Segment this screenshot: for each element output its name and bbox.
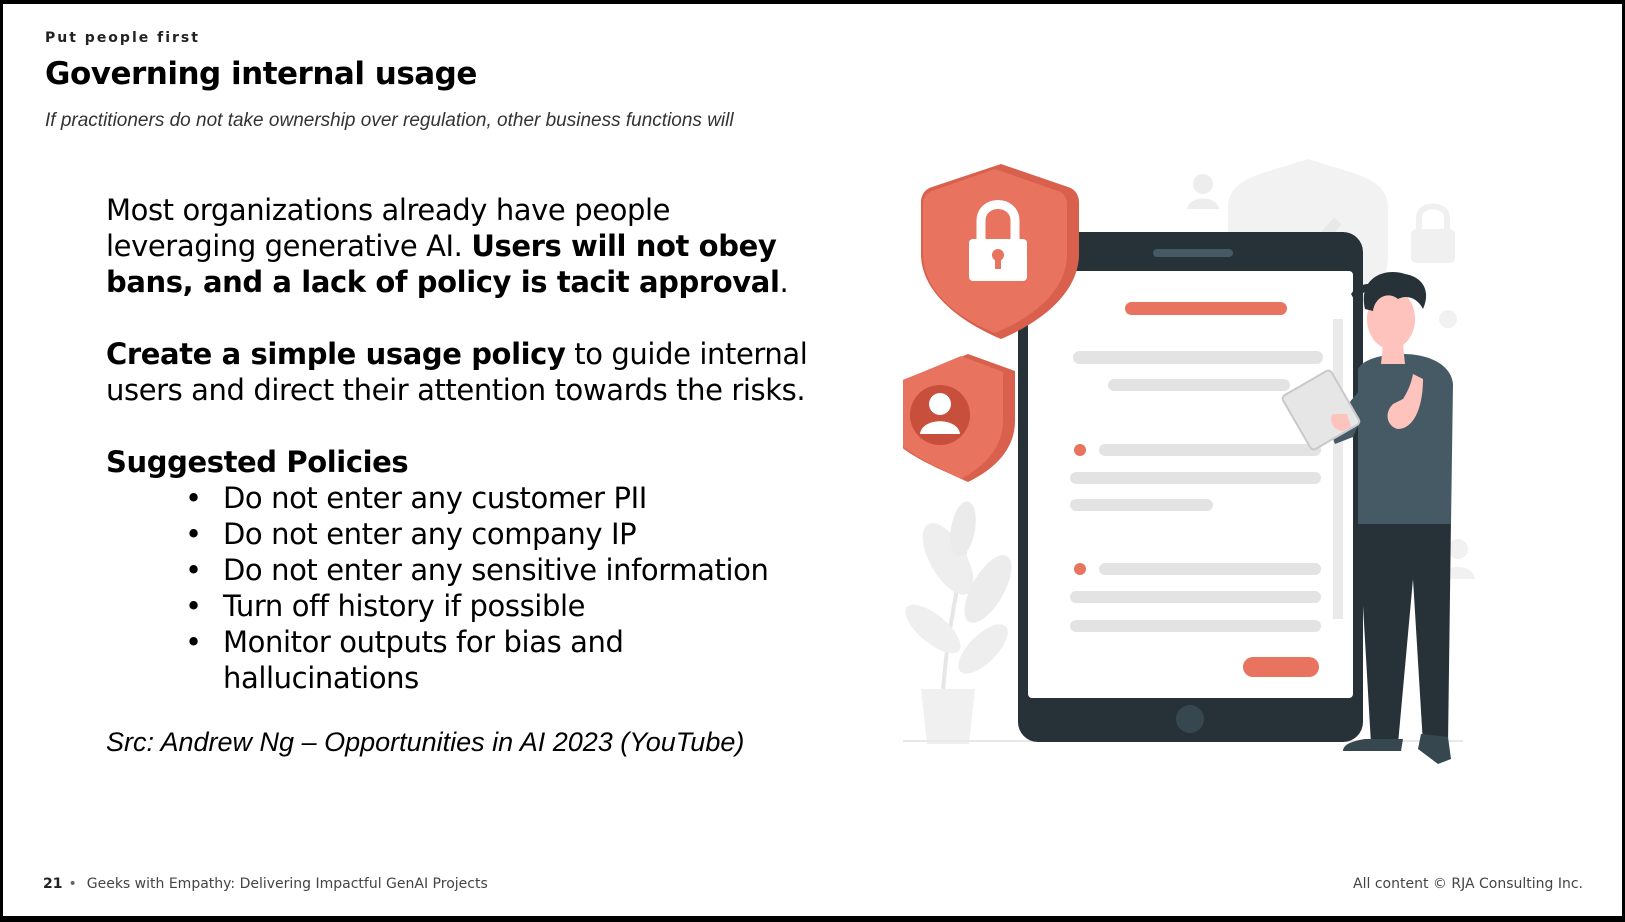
policy-emphasis: Create a simple usage policy <box>106 337 566 371</box>
section-kicker: Put people first <box>45 30 200 46</box>
policy-item: Do not enter any company IP <box>185 516 826 552</box>
screen-line <box>1099 563 1321 575</box>
screen-line <box>1070 499 1213 511</box>
faint-user-icon-3 <box>1448 539 1468 559</box>
slide: Put people first Governing internal usag… <box>3 4 1622 916</box>
screen-line <box>1108 379 1290 391</box>
footer-separator: • <box>68 876 77 892</box>
policy-item: Do not enter any customer PII <box>185 480 826 516</box>
plant-leaf <box>905 604 961 654</box>
copyright-notice: All content © RJA Consulting Inc. <box>1353 876 1583 892</box>
tablet-screen <box>1028 271 1353 698</box>
tablet-home-button <box>1176 705 1204 733</box>
screen-bullet <box>1074 444 1086 456</box>
policy-item: Monitor outputs for bias and hallucinati… <box>185 624 826 696</box>
faint-user-icon <box>1193 174 1213 194</box>
faint-user-icon-2 <box>1439 310 1457 328</box>
intro-end: . <box>779 265 789 299</box>
plant-pot <box>921 689 975 744</box>
user-head <box>929 393 951 415</box>
faint-user-body <box>1187 198 1219 209</box>
screen-line <box>1070 620 1321 632</box>
source-citation: Src: Andrew Ng – Opportunities in AI 202… <box>106 727 745 757</box>
screen-line <box>1073 351 1323 364</box>
slide-subtitle: If practitioners do not take ownership o… <box>45 110 734 131</box>
slide-body: Most organizations already have people l… <box>106 192 826 760</box>
faint-lock-icon <box>1411 229 1455 263</box>
screen-title-bar <box>1125 302 1287 315</box>
shield-user-icon <box>903 354 1015 482</box>
screen-line <box>1070 591 1321 603</box>
faint-lock-shackle <box>1416 203 1450 229</box>
screen-bullet <box>1074 563 1086 575</box>
policy-paragraph: Create a simple usage policy to guide in… <box>106 336 826 408</box>
lock-keyhole-slot <box>995 257 1001 269</box>
slide-title: Governing internal usage <box>45 56 477 92</box>
plant-leaf <box>958 624 1008 674</box>
page-number: 21 <box>43 876 63 892</box>
policies-list: Do not enter any customer PII Do not ent… <box>106 480 826 696</box>
security-policy-illustration <box>903 159 1475 764</box>
person-shirt <box>1358 354 1453 524</box>
person-legs <box>1358 519 1451 744</box>
deck-title: Geeks with Empathy: Delivering Impactful… <box>86 876 488 892</box>
plant <box>905 501 1012 744</box>
slide-footer: 21 • Geeks with Empathy: Delivering Impact… <box>43 876 1583 892</box>
policies-heading: Suggested Policies <box>106 445 409 479</box>
shoe <box>1418 734 1451 764</box>
tablet-speaker <box>1153 249 1233 257</box>
policy-item: Turn off history if possible <box>185 588 826 624</box>
screen-line <box>1099 444 1321 456</box>
screen-button <box>1243 657 1319 677</box>
intro-paragraph: Most organizations already have people l… <box>106 192 826 300</box>
tablet-screen-shadow <box>1333 319 1343 619</box>
screen-line <box>1070 472 1321 484</box>
policy-item: Do not enter any sensitive information <box>185 552 826 588</box>
tablet <box>1018 232 1363 742</box>
